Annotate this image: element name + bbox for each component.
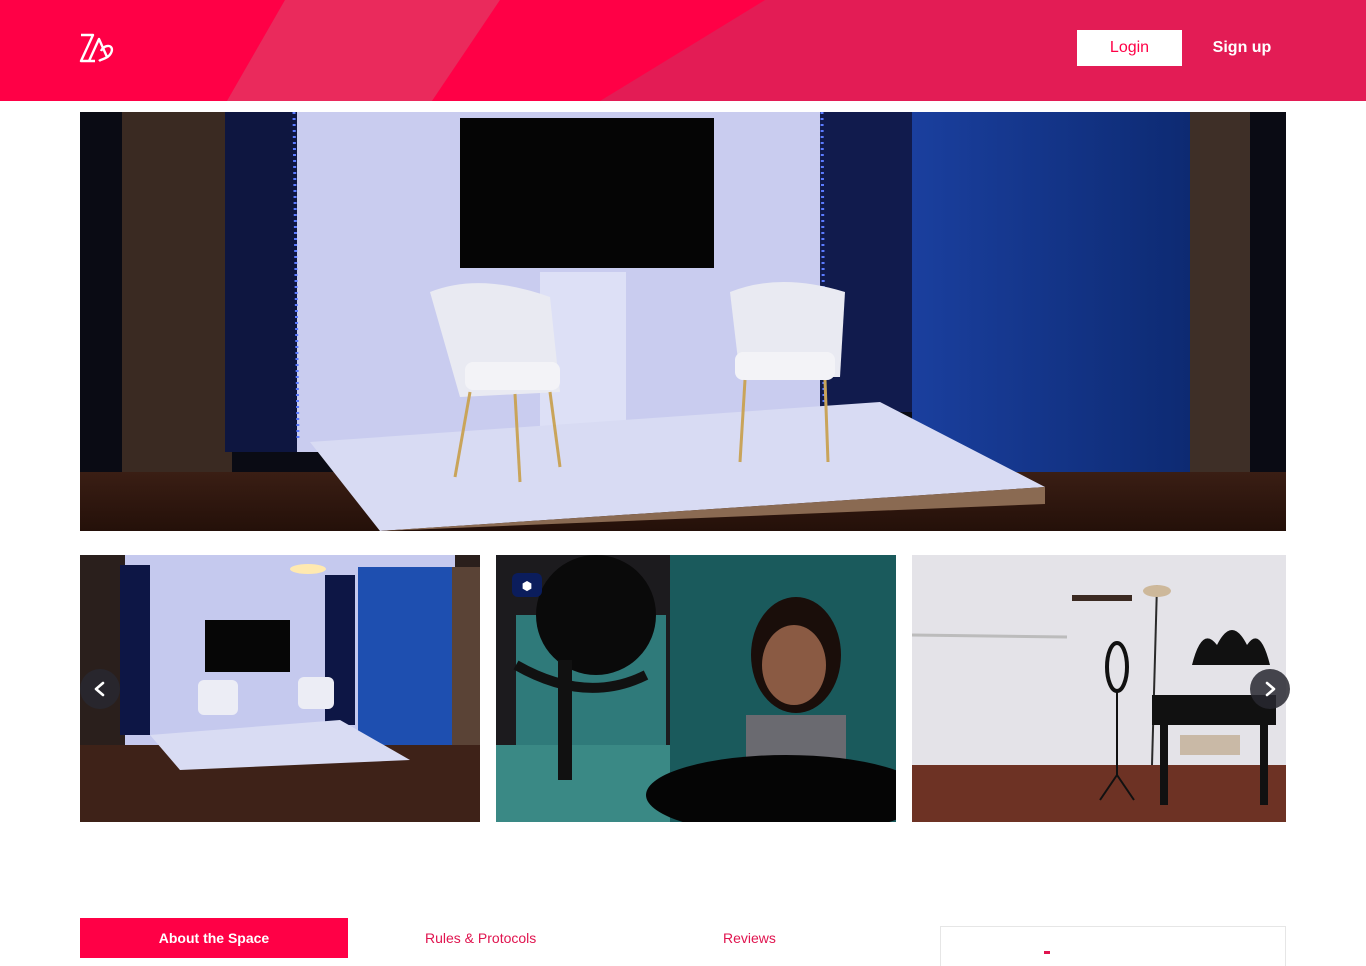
signup-button[interactable]: Sign up xyxy=(1200,30,1284,66)
chevron-right-icon xyxy=(1265,681,1276,697)
login-button[interactable]: Login xyxy=(1077,30,1182,66)
svg-text:⬢: ⬢ xyxy=(522,579,532,593)
booking-card xyxy=(940,926,1286,966)
gallery-thumbnail[interactable] xyxy=(80,555,480,822)
site-header: Login Sign up xyxy=(0,0,1366,101)
price-indicator xyxy=(1044,951,1050,954)
tab-rules-protocols[interactable]: Rules & Protocols xyxy=(425,918,536,958)
gallery-thumbnail[interactable] xyxy=(912,555,1286,822)
gallery-thumbnail[interactable]: ⬢ xyxy=(496,555,896,822)
carousel-next-button[interactable] xyxy=(1250,669,1290,709)
brand-logo-icon[interactable] xyxy=(77,31,117,65)
carousel-prev-button[interactable] xyxy=(80,669,120,709)
tab-reviews[interactable]: Reviews xyxy=(723,918,776,958)
tab-about-the-space[interactable]: About the Space xyxy=(80,918,348,958)
hero-image[interactable] xyxy=(80,112,1286,531)
chevron-left-icon xyxy=(94,681,105,697)
